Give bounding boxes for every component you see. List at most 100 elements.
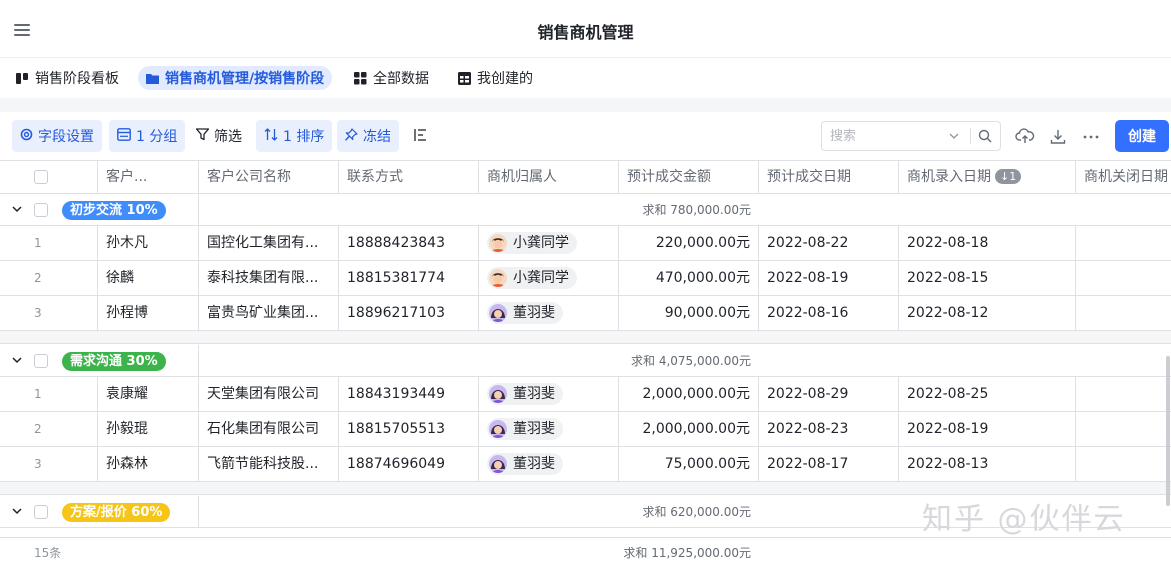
header-select-cell [0, 161, 98, 194]
row-height-icon [413, 128, 427, 145]
more-icon[interactable] [1081, 127, 1101, 147]
cell-company[interactable]: 富贵鸟矿业集团... [199, 296, 339, 331]
cell-amount[interactable]: 2,000,000.00元 [619, 377, 759, 412]
owner-chip[interactable]: 董羽斐 [487, 302, 563, 324]
cell-amount[interactable]: 470,000.00元 [619, 261, 759, 296]
table-row[interactable]: 1 孙木凡 国控化工集团有... 18888423843 小龚同学 220,000.00元… [0, 226, 1171, 261]
cell-amount[interactable]: 220,000.00元 [619, 226, 759, 261]
cell-close-date[interactable] [1076, 447, 1171, 482]
header-entry-date[interactable]: 商机录入日期 ↓1 [899, 161, 1076, 194]
table-row[interactable]: 2 孙毅琨 石化集团有限公司 18815705513 董羽斐 2,000,000.00元 2… [0, 412, 1171, 447]
cell-deal-date[interactable]: 2022-08-16 [759, 296, 899, 331]
cell-close-date[interactable] [1076, 377, 1171, 412]
cell-entry-date[interactable]: 2022-08-15 [899, 261, 1076, 296]
cell-close-date[interactable] [1076, 296, 1171, 331]
row-height-button[interactable] [405, 120, 440, 152]
filter-button[interactable]: 筛选 [188, 120, 250, 152]
tab-all-data[interactable]: 全部数据 [346, 66, 437, 90]
cell-entry-date[interactable]: 2022-08-13 [899, 447, 1076, 482]
group-checkbox[interactable] [34, 203, 48, 217]
vertical-scrollbar[interactable] [1166, 356, 1170, 506]
cell-company[interactable]: 天堂集团有限公司 [199, 377, 339, 412]
freeze-label: 冻结 [363, 129, 391, 145]
header-amount[interactable]: 预计成交金额 [619, 161, 759, 194]
sort-button[interactable]: 1 排序 [256, 120, 333, 152]
tab-created-by-me[interactable]: 我创建的 [450, 66, 541, 90]
cell-entry-date[interactable]: 2022-08-25 [899, 377, 1076, 412]
chevron-down-icon[interactable] [948, 130, 960, 142]
cell-customer[interactable]: 孙程博 [98, 296, 199, 331]
cell-company[interactable]: 泰科技集团有限... [199, 261, 339, 296]
chevron-down-icon[interactable] [10, 353, 24, 367]
cell-contact[interactable]: 18896217103 [339, 296, 479, 331]
header-deal-date[interactable]: 预计成交日期 [759, 161, 899, 194]
cell-close-date[interactable] [1076, 226, 1171, 261]
owner-chip[interactable]: 董羽斐 [487, 383, 563, 405]
select-all-checkbox[interactable] [34, 170, 48, 184]
table-row[interactable]: 2 徐麟 泰科技集团有限... 18815381774 小龚同学 470,000.00元 2… [0, 261, 1171, 296]
cell-contact[interactable]: 18815705513 [339, 412, 479, 447]
group-checkbox[interactable] [34, 354, 48, 368]
header-customer[interactable]: 客户... [98, 161, 199, 194]
cell-amount[interactable]: 75,000.00元 [619, 447, 759, 482]
tab-kanban[interactable]: 销售阶段看板 [8, 66, 127, 90]
header-company[interactable]: 客户公司名称 [199, 161, 339, 194]
cell-amount[interactable]: 2,000,000.00元 [619, 412, 759, 447]
search-icon[interactable] [978, 129, 992, 143]
cell-owner[interactable]: 小龚同学 [479, 226, 619, 261]
owner-chip[interactable]: 小龚同学 [487, 267, 577, 289]
cell-company[interactable]: 石化集团有限公司 [199, 412, 339, 447]
cell-owner[interactable]: 董羽斐 [479, 377, 619, 412]
owner-chip[interactable]: 董羽斐 [487, 453, 563, 475]
chevron-down-icon[interactable] [10, 504, 24, 518]
cell-customer[interactable]: 袁康耀 [98, 377, 199, 412]
tab-by-stage[interactable]: 销售商机管理/按销售阶段 [138, 66, 333, 90]
download-icon[interactable] [1048, 127, 1068, 147]
chevron-down-icon[interactable] [10, 202, 24, 216]
group-checkbox[interactable] [34, 505, 48, 519]
cell-deal-date[interactable]: 2022-08-29 [759, 377, 899, 412]
cell-customer[interactable]: 徐麟 [98, 261, 199, 296]
table-row[interactable]: 3 孙森林 飞箭节能科技股... 18874696049 董羽斐 75,000.00元 20… [0, 447, 1171, 482]
cell-contact[interactable]: 18843193449 [339, 377, 479, 412]
upload-icon[interactable] [1015, 127, 1035, 147]
freeze-button[interactable]: 冻结 [337, 120, 399, 152]
avatar [489, 304, 507, 322]
cell-entry-date[interactable]: 2022-08-12 [899, 296, 1076, 331]
cell-contact[interactable]: 18815381774 [339, 261, 479, 296]
table-row[interactable]: 3 孙程博 富贵鸟矿业集团... 18896217103 董羽斐 90,000.00元 20… [0, 296, 1171, 331]
cell-company[interactable]: 国控化工集团有... [199, 226, 339, 261]
group-sum: 求和 620,000.00元 [642, 505, 751, 519]
cell-contact[interactable]: 18874696049 [339, 447, 479, 482]
cell-close-date[interactable] [1076, 261, 1171, 296]
title-bar: 销售商机管理 [0, 0, 1171, 58]
cell-deal-date[interactable]: 2022-08-22 [759, 226, 899, 261]
search-input[interactable] [830, 127, 940, 145]
cell-amount[interactable]: 90,000.00元 [619, 296, 759, 331]
cell-deal-date[interactable]: 2022-08-23 [759, 412, 899, 447]
cell-owner[interactable]: 董羽斐 [479, 412, 619, 447]
cell-owner[interactable]: 董羽斐 [479, 296, 619, 331]
row-index: 3 [0, 296, 98, 331]
field-settings-button[interactable]: 字段设置 [12, 120, 102, 152]
cell-owner[interactable]: 小龚同学 [479, 261, 619, 296]
cell-close-date[interactable] [1076, 412, 1171, 447]
cell-customer[interactable]: 孙森林 [98, 447, 199, 482]
cell-entry-date[interactable]: 2022-08-19 [899, 412, 1076, 447]
owner-chip[interactable]: 董羽斐 [487, 418, 563, 440]
cell-deal-date[interactable]: 2022-08-17 [759, 447, 899, 482]
create-button[interactable]: 创建 [1115, 120, 1169, 152]
table-row[interactable]: 1 袁康耀 天堂集团有限公司 18843193449 董羽斐 2,000,000.00元 2… [0, 377, 1171, 412]
group-button[interactable]: 1 分组 [109, 120, 186, 152]
header-contact[interactable]: 联系方式 [339, 161, 479, 194]
cell-contact[interactable]: 18888423843 [339, 226, 479, 261]
cell-customer[interactable]: 孙毅琨 [98, 412, 199, 447]
header-close-date[interactable]: 商机关闭日期 [1076, 161, 1171, 194]
cell-deal-date[interactable]: 2022-08-19 [759, 261, 899, 296]
owner-chip[interactable]: 小龚同学 [487, 232, 577, 254]
cell-entry-date[interactable]: 2022-08-18 [899, 226, 1076, 261]
header-owner[interactable]: 商机归属人 [479, 161, 619, 194]
cell-company[interactable]: 飞箭节能科技股... [199, 447, 339, 482]
cell-owner[interactable]: 董羽斐 [479, 447, 619, 482]
cell-customer[interactable]: 孙木凡 [98, 226, 199, 261]
